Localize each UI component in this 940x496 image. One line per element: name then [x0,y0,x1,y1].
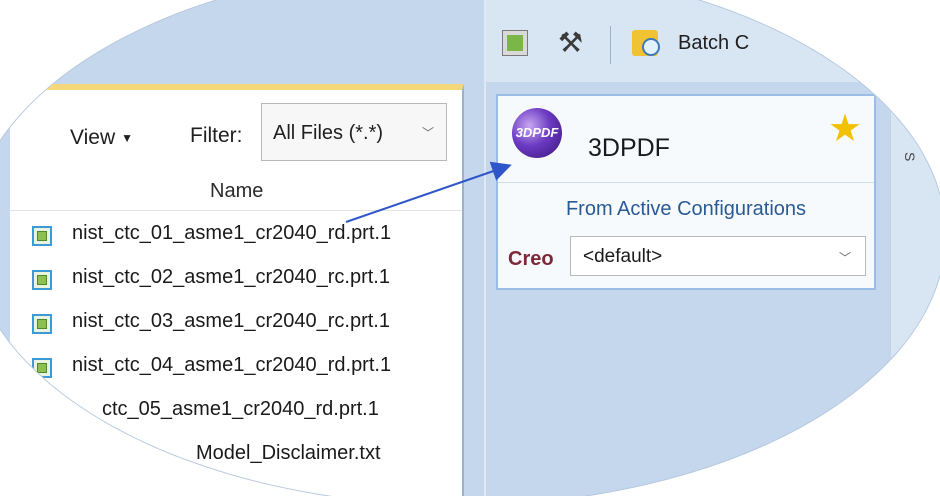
file-row[interactable]: nist_ctc_03_asme1_cr2040_rc.prt.1 [10,306,462,346]
card-divider [498,182,874,183]
batch-icon[interactable] [632,30,660,56]
screenshot-stage: View ▼ Filter: All Files (*.*) ﹀ Name nis… [0,0,940,496]
file-name: nist_ctc_02_asme1_cr2040_rc.prt.1 [72,266,390,288]
configuration-value: <default> [583,246,663,267]
file-name: Model_Disclaimer.txt [196,442,381,464]
filter-dropdown[interactable]: All Files (*.*) ﹀ [261,103,447,161]
card-header: 3DPDF 3DPDF ★ [498,96,874,182]
filter-label: Filter: [190,124,243,147]
zoom-ellipse: View ▼ Filter: All Files (*.*) ﹀ Name nis… [0,0,940,496]
caret-down-icon: ▼ [121,131,134,146]
star-icon[interactable]: ★ [828,106,862,151]
file-row[interactable]: nist_ctc_01_asme1_cr2040_rd.prt.1 [10,218,462,258]
chevron-down-icon: ﹀ [421,126,434,140]
column-header-label: Name [210,180,264,202]
file-name: nist_ctc_03_asme1_cr2040_rc.prt.1 [72,310,390,332]
file-name: nist_ctc_01_asme1_cr2040_rd.prt.1 [72,222,392,244]
card-subtitle: From Active Configurations [565,198,807,220]
part-file-icon [32,226,52,246]
side-panel-label: S [902,152,918,162]
view-menu-label: View [70,126,116,149]
dialog-toolbar: View ▼ Filter: All Files (*.*) ﹀ [10,90,462,176]
zoom-content: View ▼ Filter: All Files (*.*) ﹀ Name nis… [0,0,940,496]
column-header-name[interactable]: Name [10,180,462,211]
batch-button[interactable]: Batch C [678,32,749,55]
file-row[interactable]: nist_ctc_02_asme1_cr2040_rc.prt.1 [10,262,462,302]
file-name: ctc_05_asme1_cr2040_rd.prt.1 [102,398,379,420]
file-row[interactable]: Model_Disclaimer.txt [10,438,462,478]
file-row[interactable]: ctc_05_asme1_cr2040_rd.prt.1 [10,394,462,434]
creo-label: Creo [508,248,554,270]
file-name: nist_ctc_04_asme1_cr2040_rd.prt.1 [72,354,392,376]
file-row[interactable]: nist_ctc_04_asme1_cr2040_rd.prt.1 [10,350,462,390]
part-file-icon [32,270,52,290]
part-file-icon [32,314,52,334]
configuration-dropdown[interactable]: <default> ﹀ [570,236,866,276]
app-toolbar: ⚒ Batch C [486,0,940,82]
chevron-down-icon: ﹀ [838,251,851,265]
side-panel-strip [890,82,940,496]
publish-card-3dpdf[interactable]: 3DPDF 3DPDF ★ From Active Configurations… [496,94,876,290]
3dpdf-icon: 3DPDF [512,108,562,158]
view-menu[interactable]: View ▼ [70,126,133,150]
filter-value: All Files (*.*) [273,122,384,144]
image-tool-icon[interactable] [502,30,528,56]
part-file-icon [32,358,52,378]
card-title: 3DPDF [588,134,670,162]
file-open-dialog: View ▼ Filter: All Files (*.*) ﹀ Name nis… [10,84,464,496]
tools-icon[interactable]: ⚒ [558,26,583,59]
toolbar-separator [610,26,611,64]
